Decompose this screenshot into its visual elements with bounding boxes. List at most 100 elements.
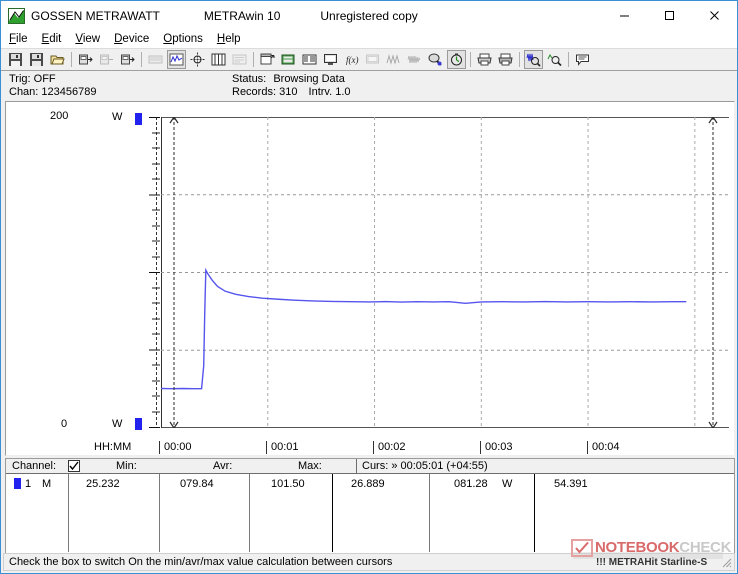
svg-text:f(x): f(x) — [346, 55, 359, 65]
menu-item-options[interactable]: Options — [163, 33, 203, 45]
save-as-icon[interactable] — [6, 50, 25, 69]
status-field: Status: Browsing Data — [232, 73, 345, 85]
import-device-icon[interactable] — [76, 50, 95, 69]
measurement-table[interactable]: Channel: Min: Avr: Max: Curs: » 00:05:01… — [5, 458, 735, 554]
row-mode: M — [42, 478, 52, 490]
function-icon[interactable]: f(x) — [342, 50, 361, 69]
channel-status: Chan: 123456789 — [9, 86, 96, 98]
toolbar-separator — [253, 52, 254, 67]
y-axis-max-label: 200 — [50, 110, 69, 122]
table-view-icon[interactable] — [146, 50, 165, 69]
toolbar-separator — [519, 52, 520, 67]
screen-icon[interactable] — [363, 50, 382, 69]
channel-label: Chan: — [9, 86, 39, 98]
table-header-row: Channel: Min: Avr: Max: Curs: » 00:05:01… — [6, 459, 734, 474]
toolbar-separator — [470, 52, 471, 67]
print-preview-icon[interactable] — [475, 50, 494, 69]
trigger-label: Trig: — [9, 73, 31, 85]
table-divider — [68, 474, 69, 552]
status-hint: Check the box to switch On the min/avr/m… — [9, 556, 393, 568]
maximize-button[interactable] — [647, 1, 692, 30]
toolbar-separator — [568, 52, 569, 67]
zoom-signal-icon[interactable] — [524, 50, 543, 69]
window-brand: GOSSEN METRAWATT — [31, 8, 160, 23]
x-tick-2: 00:02 — [373, 441, 406, 454]
table-divider — [159, 474, 160, 552]
new-window-icon[interactable] — [258, 50, 277, 69]
row-max-value: 101.50 — [271, 478, 305, 490]
trigger-status: Trig: OFF — [9, 73, 56, 85]
export-device-icon[interactable] — [118, 50, 137, 69]
records-field: Records: 310 Intrv. 1.0 — [232, 86, 351, 98]
y-axis-min-label: 0 — [61, 418, 68, 430]
plot-area[interactable] — [160, 115, 729, 430]
x-tick-0: 00:00 — [159, 441, 192, 454]
device-record-icon[interactable] — [97, 50, 116, 69]
signal-icon[interactable] — [405, 50, 424, 69]
x-tick-4: 00:04 — [587, 441, 620, 454]
table-row[interactable]: 1 M 25.232 079.84 101.50 26.889 081.28 W… — [6, 474, 734, 552]
clock-timer-icon[interactable] — [447, 50, 466, 69]
comment-icon[interactable] — [573, 50, 592, 69]
zoom-icon[interactable] — [545, 50, 564, 69]
minmax-checkbox[interactable] — [68, 460, 80, 472]
records-value: 310 — [279, 86, 298, 98]
records-label: Records: — [232, 86, 277, 98]
gossen-app-icon — [8, 7, 25, 24]
row-cursor-c-value: 54.391 — [554, 478, 588, 490]
channel-setup-icon[interactable] — [279, 50, 298, 69]
menu-item-view[interactable]: View — [75, 33, 100, 45]
signal-plot — [160, 115, 729, 430]
toolbar: f(x) — [1, 48, 737, 71]
y-tick-rail — [148, 117, 160, 428]
interval-value: 1.0 — [335, 86, 351, 98]
resize-grip[interactable] — [719, 555, 733, 569]
channel-color-swatch-top — [135, 113, 142, 125]
status-label: Status: — [232, 73, 267, 85]
window-license: Unregistered copy — [320, 8, 418, 23]
header-min: Min: — [116, 460, 137, 472]
row-min-value: 25.232 — [86, 478, 120, 490]
x-tick-3: 00:03 — [480, 441, 513, 454]
close-button[interactable] — [692, 1, 737, 30]
grid-view-icon[interactable] — [209, 50, 228, 69]
row-avr-value: 079.84 — [180, 478, 214, 490]
x-tick-1: 00:01 — [266, 441, 299, 454]
cursor-crosshair-icon[interactable] — [188, 50, 207, 69]
info-strip: Trig: OFF Chan: 123456789 Status: Browsi… — [1, 71, 737, 101]
toolbar-separator — [141, 52, 142, 67]
print-icon[interactable] — [496, 50, 515, 69]
monitor-icon[interactable] — [321, 50, 340, 69]
y-axis-unit-top: W — [112, 111, 123, 123]
menu-item-edit[interactable]: Edit — [42, 33, 62, 45]
channel-color-swatch-bottom — [135, 418, 142, 430]
header-channel: Channel: — [12, 460, 57, 472]
row-cursor-a-value: 26.889 — [351, 478, 385, 490]
waveform-icon[interactable] — [384, 50, 403, 69]
save-icon[interactable] — [27, 50, 46, 69]
list-setup-icon[interactable] — [300, 50, 319, 69]
table-divider — [249, 474, 250, 552]
menu-item-help[interactable]: Help — [217, 33, 241, 45]
row-index: 1 — [25, 478, 32, 490]
channel-value: 123456789 — [41, 86, 97, 98]
header-avr: Avr: — [213, 460, 233, 472]
open-folder-icon[interactable] — [48, 50, 67, 69]
report-view-icon[interactable] — [230, 50, 249, 69]
table-divider — [332, 474, 333, 552]
trigger-value: OFF — [33, 73, 56, 85]
status-value: Browsing Data — [273, 73, 345, 85]
menu-item-file[interactable]: File — [9, 33, 28, 45]
minimize-button[interactable] — [602, 1, 647, 30]
header-cursor: Curs: » 00:05:01 (+04:55) — [356, 459, 488, 473]
table-divider — [429, 474, 430, 552]
analysis-icon[interactable] — [426, 50, 445, 69]
graph-panel[interactable]: 200 W 0 W HH:MM 00:00 00:01 00:02 00:03 … — [5, 101, 735, 456]
interval-label: Intrv. — [308, 86, 333, 98]
window-controls — [602, 1, 737, 30]
table-divider — [534, 474, 535, 552]
row-cursor-unit: W — [502, 478, 513, 490]
metrawin-window: GOSSEN METRAWATT METRAwin 10 Unregistere… — [0, 0, 738, 574]
menu-item-device[interactable]: Device — [114, 33, 149, 45]
graph-view-icon[interactable] — [167, 50, 186, 69]
